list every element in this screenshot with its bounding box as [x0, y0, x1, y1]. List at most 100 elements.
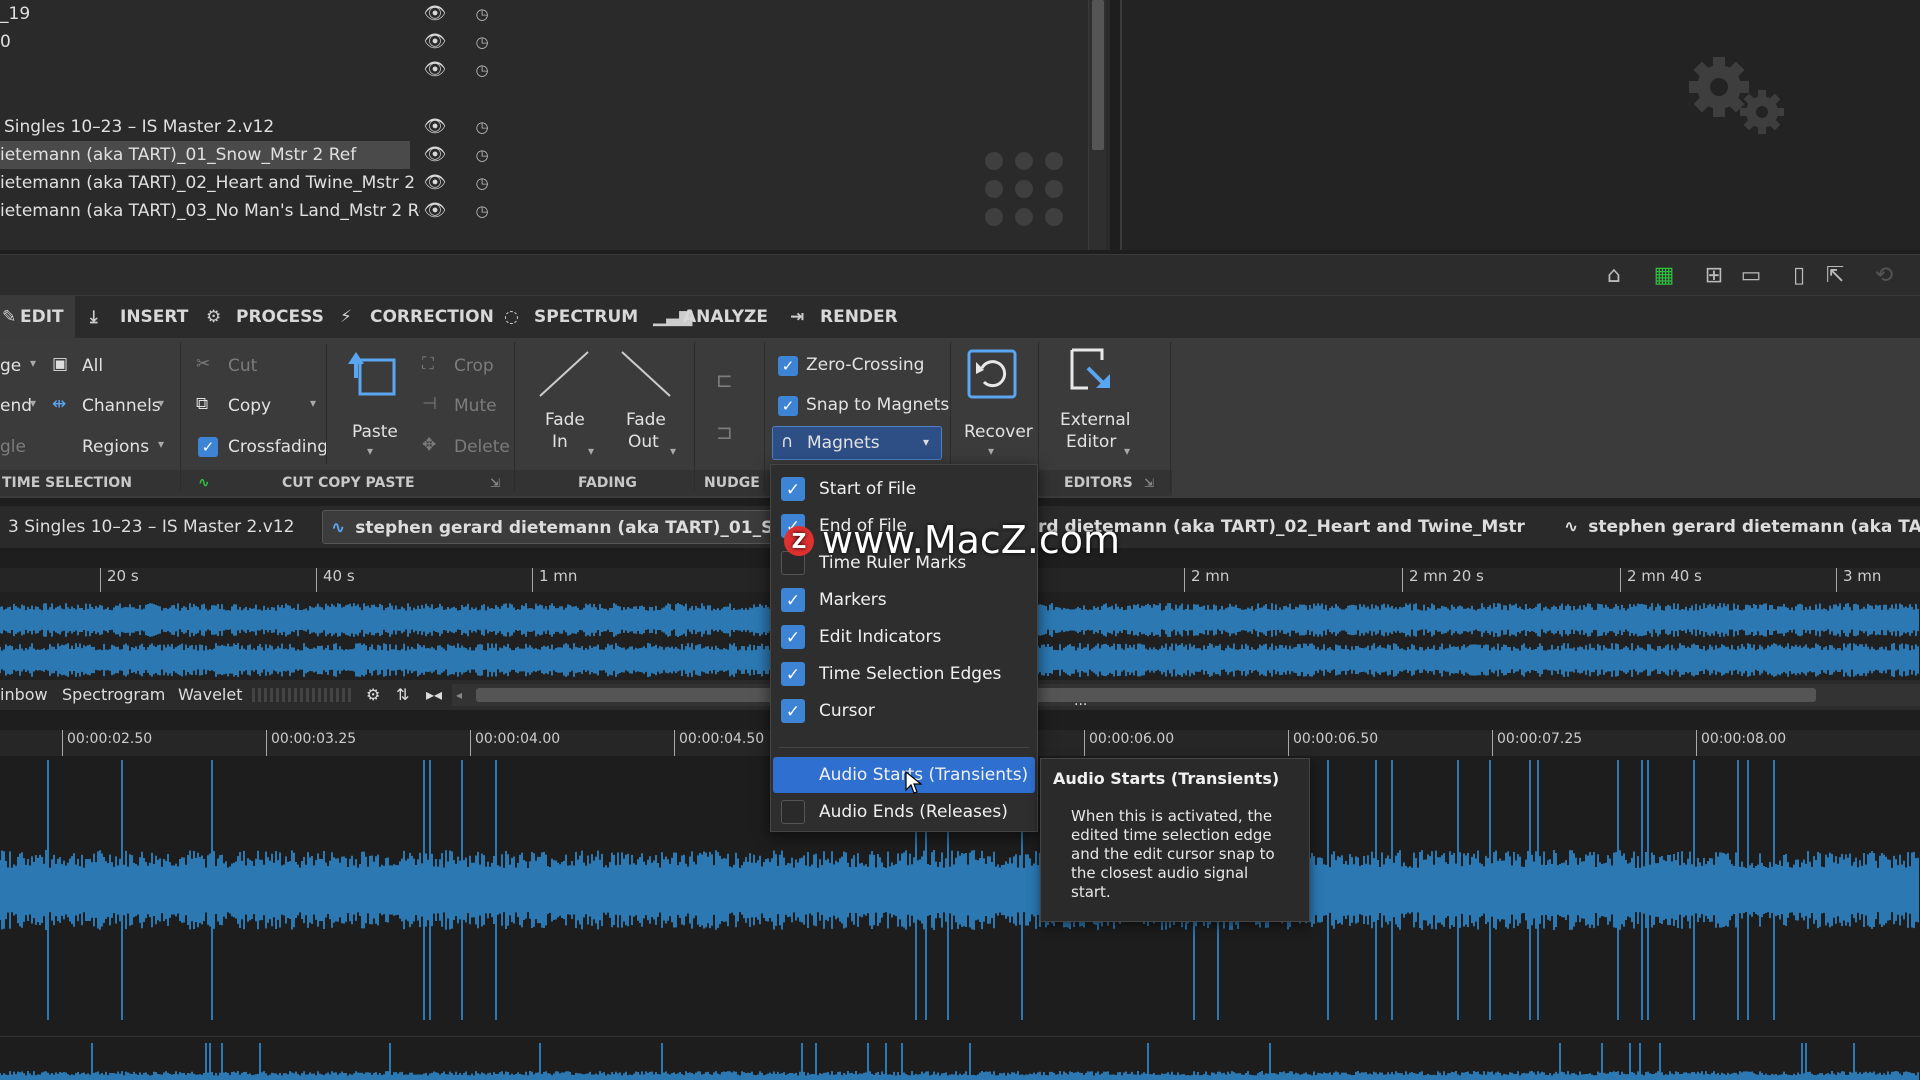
wavelet-view-button[interactable]: Wavelet	[178, 680, 242, 710]
crossfading-checkbox[interactable]: ✓	[198, 437, 218, 457]
snap-to-magnets-label[interactable]: Snap to Magnets	[806, 395, 949, 415]
scrollbar-thumb[interactable]	[1092, 0, 1104, 150]
gear-icon[interactable]: ⚙	[366, 680, 380, 710]
tab-spectrum[interactable]: ◌ SPECTRUM	[494, 296, 638, 338]
range-label[interactable]: ge	[0, 356, 21, 376]
chevron-down-icon[interactable]: ▾	[310, 396, 316, 410]
extend-label[interactable]: end	[0, 396, 32, 416]
menu-item-markers[interactable]: ✓ Markers	[771, 582, 1037, 618]
export-icon[interactable]: ⇱	[1818, 259, 1852, 293]
tab-process[interactable]: ⚙ PROCESS	[196, 296, 324, 338]
menu-item-audio-ends[interactable]: Audio Ends (Releases)	[771, 794, 1037, 830]
select-all-button[interactable]: All	[82, 356, 103, 376]
snap-to-magnets-checkbox[interactable]: ✓	[778, 396, 798, 416]
eye-icon[interactable]: 👁	[423, 197, 447, 225]
chevron-down-icon[interactable]: ▾	[988, 444, 994, 458]
external-editor-label[interactable]: External	[1060, 410, 1131, 430]
file-tab[interactable]: ∿ stephen gerard dietemann (aka TART)_(	[1556, 510, 1920, 544]
scrollbar-thumb[interactable]	[476, 688, 1816, 702]
menu-item-edit-indicators[interactable]: ✓ Edit Indicators	[771, 619, 1037, 655]
file-list-row[interactable]: Singles 10–23 – IS Master 2.v12	[0, 113, 420, 141]
file-list-row-selected[interactable]: ietemann (aka TART)_01_Snow_Mstr 2 Ref	[0, 141, 410, 169]
paste-button[interactable]: Paste	[352, 422, 398, 442]
chevron-down-icon[interactable]: ▾	[670, 444, 676, 458]
save-icon[interactable]: ▯	[1782, 259, 1816, 293]
fade-out-label-2[interactable]: Out	[628, 432, 659, 452]
audio-icon[interactable]: ▸◂	[426, 680, 442, 710]
file-list-row[interactable]: 0	[0, 28, 420, 56]
chevron-down-icon[interactable]: ▾	[367, 444, 373, 458]
recover-button[interactable]: Recover	[964, 422, 1033, 442]
fade-in-label[interactable]: Fade	[545, 410, 585, 430]
file-list-row[interactable]: _19	[0, 0, 420, 28]
expand-group-icon[interactable]: ⇲	[490, 472, 500, 494]
tab-analyze[interactable]: ▁▃▆ANALYZE	[643, 296, 768, 338]
tab-insert[interactable]: ⤓ INSERT	[80, 296, 188, 338]
menu-item-cursor[interactable]: ✓ Cursor	[771, 693, 1037, 729]
fade-out-label[interactable]: Fade	[626, 410, 666, 430]
undo-history-icon[interactable]: ⟲	[1867, 259, 1901, 293]
chevron-down-icon[interactable]: ▾	[158, 396, 164, 410]
clock-icon[interactable]: ◷	[470, 141, 494, 169]
crossfading-label[interactable]: Crossfading	[228, 437, 328, 457]
chevron-down-icon[interactable]: ▾	[30, 356, 36, 370]
file-list-row[interactable]: ietemann (aka TART)_02_Heart and Twine_M…	[0, 169, 420, 197]
file-tab[interactable]: 3 Singles 10–23 – IS Master 2.v12	[0, 510, 310, 544]
copy-button[interactable]: Copy	[228, 396, 271, 416]
drag-handle-icon[interactable]	[985, 150, 1075, 230]
swap-icon[interactable]: ⇅	[396, 680, 409, 710]
grid-icon[interactable]: ▦	[1647, 259, 1681, 293]
horizontal-scrollbar[interactable]: ◂	[452, 684, 1920, 706]
clock-icon[interactable]: ◷	[470, 113, 494, 141]
external-editor-label-2[interactable]: Editor	[1066, 432, 1116, 452]
chevron-down-icon[interactable]: ▾	[588, 444, 594, 458]
ruler-tick-label: 2 mn 20 s	[1402, 568, 1484, 592]
file-list-row[interactable]: ietemann (aka TART)_03_No Man's Land_Mst…	[0, 197, 420, 225]
file-tab-active[interactable]: ∿ stephen gerard dietemann (aka TART)_01_…	[322, 510, 772, 544]
open-folder-icon[interactable]: ▭	[1734, 259, 1768, 293]
file-list-scrollbar[interactable]	[1088, 0, 1106, 250]
toggle-label[interactable]: gle	[0, 437, 26, 457]
spectrum-icon: ◌	[504, 307, 519, 327]
expand-group-icon[interactable]: ⇲	[1144, 472, 1154, 494]
chevron-down-icon[interactable]: ▾	[1124, 444, 1130, 458]
clock-icon[interactable]: ◷	[470, 56, 494, 84]
chevron-down-icon[interactable]: ▾	[30, 396, 36, 410]
zero-crossing-checkbox[interactable]: ✓	[778, 356, 798, 376]
eye-icon[interactable]: 👁	[423, 169, 447, 197]
eye-icon[interactable]: 👁	[423, 0, 447, 28]
scroll-left-icon[interactable]: ◂	[456, 680, 462, 710]
eye-icon[interactable]: 👁	[423, 113, 447, 141]
tab-edit[interactable]: ✎ EDIT	[0, 296, 75, 338]
channels-button[interactable]: Channels	[82, 396, 161, 416]
chevron-down-icon[interactable]: ▾	[158, 437, 164, 451]
detail-waveform-channel-2[interactable]	[0, 1036, 1920, 1080]
cut-button[interactable]: Cut	[228, 356, 257, 376]
eye-icon[interactable]: 👁	[423, 141, 447, 169]
regions-button[interactable]: Regions	[82, 437, 149, 457]
tab-correction[interactable]: ⚡ CORRECTION	[330, 296, 494, 338]
tab-render[interactable]: ⇥ RENDER	[780, 296, 898, 338]
eye-icon[interactable]: 👁	[423, 28, 447, 56]
menu-item-start-of-file[interactable]: ✓ Start of File	[771, 471, 1037, 507]
clock-icon[interactable]: ◷	[470, 28, 494, 56]
mute-button[interactable]: Mute	[454, 396, 497, 416]
magnets-dropdown[interactable]: ∩ Magnets ▾	[772, 426, 942, 460]
crop-button[interactable]: Crop	[454, 356, 494, 376]
spectrogram-view-button[interactable]: Spectrogram	[62, 680, 165, 710]
fade-in-label-2[interactable]: In	[552, 432, 568, 452]
zero-crossing-label[interactable]: Zero-Crossing	[806, 355, 924, 375]
menu-item-time-selection-edges[interactable]: ✓ Time Selection Edges	[771, 656, 1037, 692]
opacity-slider[interactable]	[252, 688, 352, 702]
file-list-row[interactable]	[0, 56, 420, 84]
delete-button[interactable]: Delete	[454, 437, 510, 457]
nudge-right-icon[interactable]: ⊐	[716, 420, 733, 444]
rainbow-view-button[interactable]: inbow	[0, 680, 48, 710]
clock-icon[interactable]: ◷	[470, 0, 494, 28]
eye-icon[interactable]: 👁	[423, 56, 447, 84]
nudge-left-icon[interactable]: ⊏	[716, 368, 733, 392]
home-icon[interactable]: ⌂	[1597, 259, 1631, 293]
clock-icon[interactable]: ◷	[470, 197, 494, 225]
new-file-icon[interactable]: ⊞	[1697, 259, 1731, 293]
clock-icon[interactable]: ◷	[470, 169, 494, 197]
